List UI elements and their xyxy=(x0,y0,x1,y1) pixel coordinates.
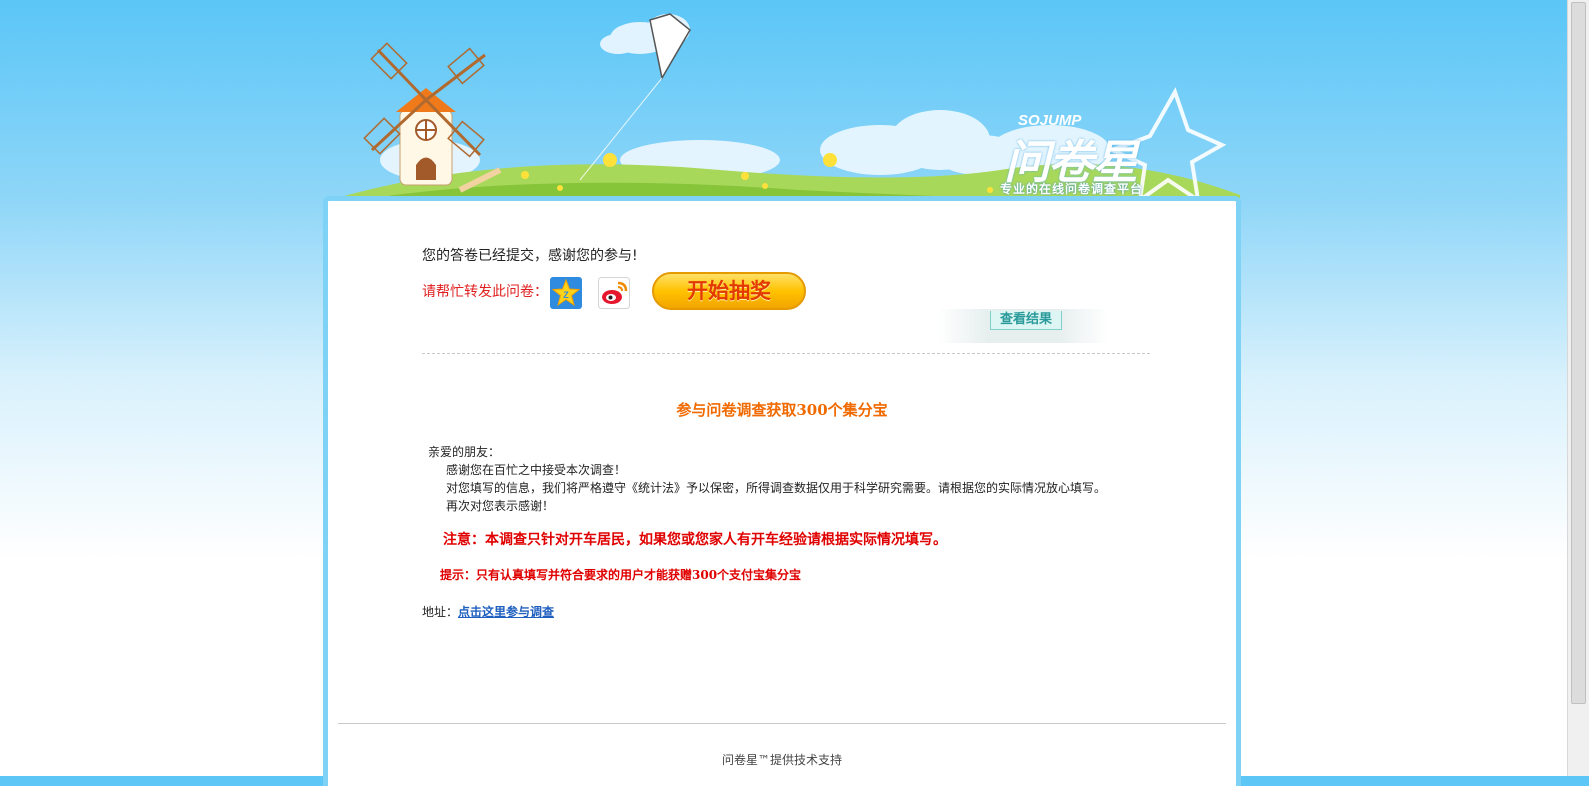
svg-text:Z: Z xyxy=(563,290,569,300)
survey-title: 参与问卷调查获取300个集分宝 xyxy=(676,401,888,419)
share-label: 请帮忙转发此问卷： xyxy=(422,284,548,300)
weibo-icon[interactable] xyxy=(598,277,630,309)
result-card: 您的答卷已经提交，感谢您的参与! 请帮忙转发此问卷： Z 开始抽奖 查看结果 参… xyxy=(323,196,1241,786)
dashed-divider xyxy=(422,353,1150,354)
view-results-button[interactable]: 查看结果 xyxy=(990,311,1062,330)
address-row: 地址：点击这里参与调查 xyxy=(422,603,554,620)
footer-credit: 问卷星™提供技术支持 xyxy=(721,753,842,767)
landscape-illustration xyxy=(330,13,1240,205)
address-label: 地址： xyxy=(422,605,459,619)
intro-line: 对您填写的信息，我们将严格遵守《统计法》予以保密，所得调查数据仅用于科学研究需要… xyxy=(446,481,1107,495)
submitted-message: 您的答卷已经提交，感谢您的参与! xyxy=(422,248,638,264)
view-results-bar: 查看结果 xyxy=(938,309,1108,343)
intro-line: 感谢您在百忙之中接受本次调查！ xyxy=(446,463,627,477)
greeting: 亲爱的朋友： xyxy=(428,445,501,459)
survey-link[interactable]: 点击这里参与调查 xyxy=(458,605,554,619)
qzone-icon[interactable]: Z xyxy=(550,277,582,309)
survey-intro: 亲爱的朋友： 感谢您在百忙之中接受本次调查！ 对您填写的信息，我们将严格遵守《统… xyxy=(428,443,1106,515)
logo-tagline: 专业的在线问卷调查平台 xyxy=(1000,182,1144,196)
start-lottery-button[interactable]: 开始抽奖 xyxy=(652,272,806,310)
footer-divider xyxy=(338,723,1226,724)
header-banner: SOJUMP 问卷星 专业的在线问卷调查平台 xyxy=(0,0,1589,205)
tip-text: 提示：只有认真填写并符合要求的用户才能获赠300个支付宝集分宝 xyxy=(440,568,802,582)
vertical-scrollbar[interactable] xyxy=(1567,0,1589,776)
intro-line: 再次对您表示感谢！ xyxy=(446,499,555,513)
scrollbar-thumb[interactable] xyxy=(1571,2,1586,704)
notice-text: 注意：本调查只针对开车居民，如果您或您家人有开车经验请根据实际情况填写。 xyxy=(443,532,947,548)
